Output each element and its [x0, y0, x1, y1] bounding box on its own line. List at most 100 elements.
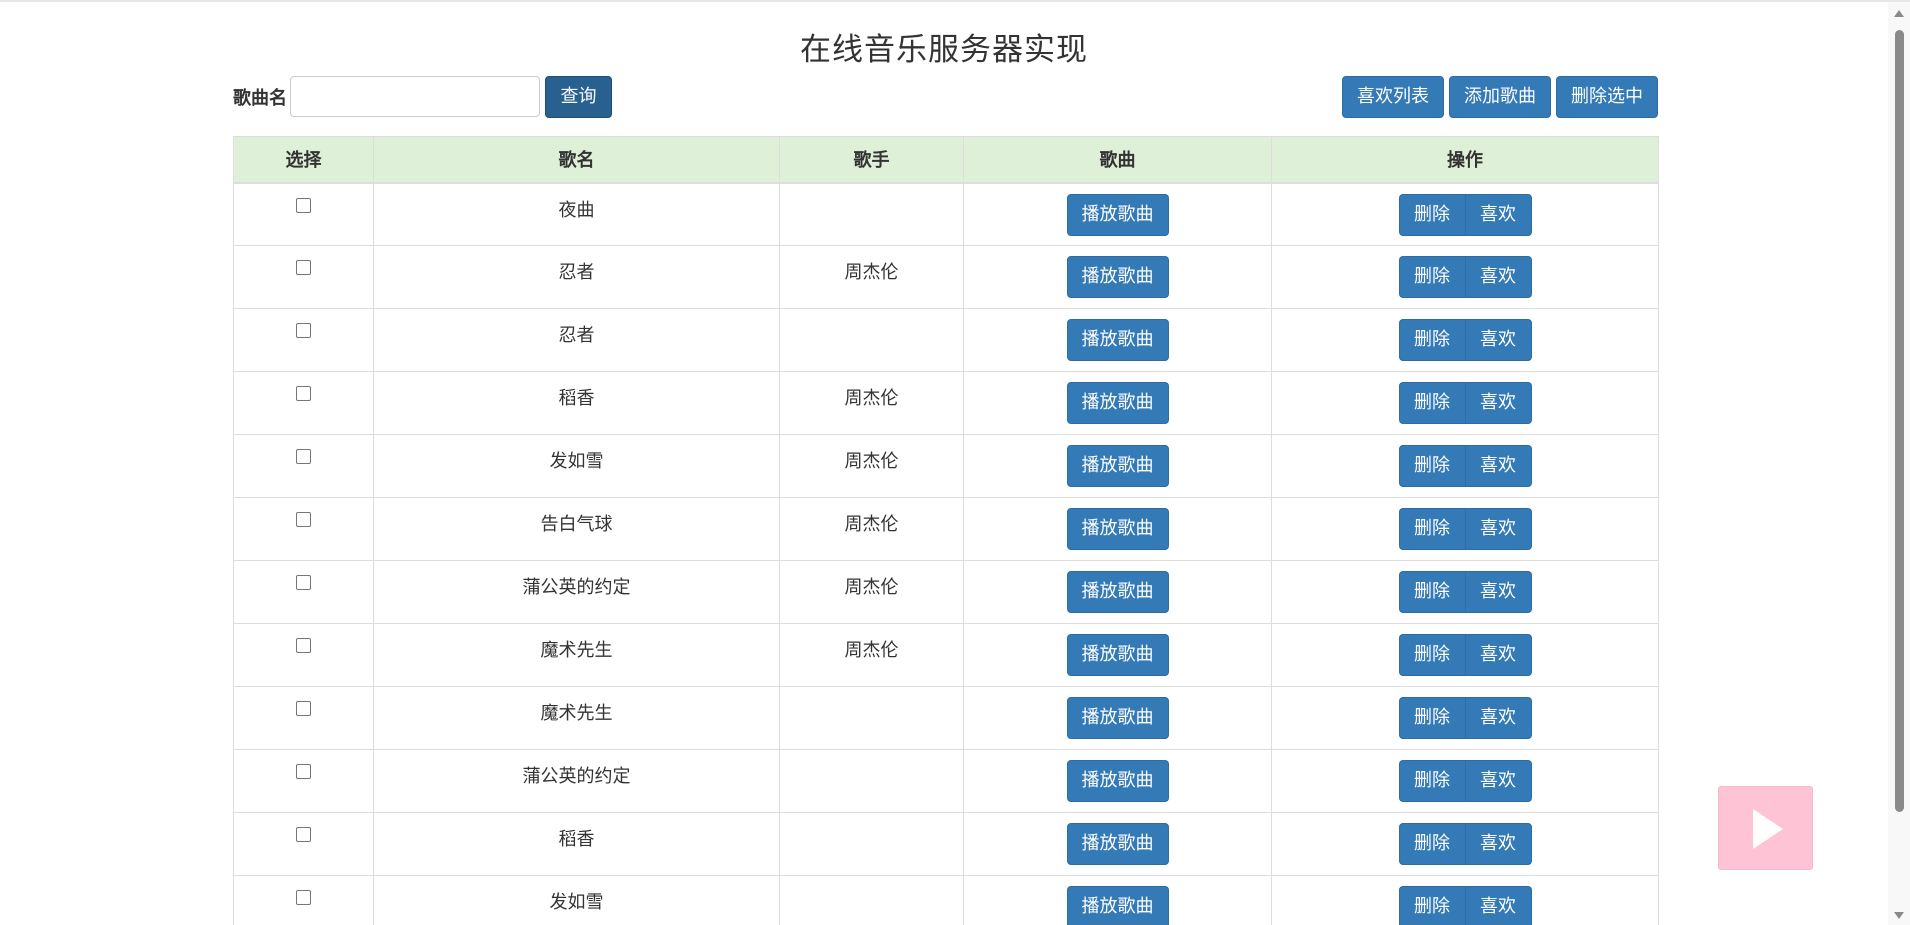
floating-play-button[interactable]: [1718, 786, 1813, 870]
row-checkbox[interactable]: [296, 827, 311, 842]
play-song-button[interactable]: 播放歌曲: [1066, 319, 1169, 361]
song-table-container: 选择 歌名 歌手 歌曲 操作 夜曲 播放歌曲 删除 喜欢 忍者 周杰伦 播放歌曲 删除 喜欢 忍者…: [233, 136, 1659, 925]
vertical-scrollbar[interactable]: [1888, 2, 1910, 925]
song-singer: 周杰伦: [779, 623, 964, 687]
row-checkbox[interactable]: [296, 575, 311, 590]
delete-button[interactable]: 删除: [1398, 823, 1466, 865]
like-button[interactable]: 喜欢: [1464, 697, 1532, 739]
play-cell: 播放歌曲: [963, 749, 1272, 813]
select-cell: [233, 749, 374, 813]
delete-selected-button[interactable]: 删除选中: [1556, 76, 1658, 118]
scroll-up-arrow-icon[interactable]: [1894, 10, 1904, 17]
like-button[interactable]: 喜欢: [1464, 382, 1532, 424]
row-checkbox[interactable]: [296, 449, 311, 464]
scroll-down-arrow-icon[interactable]: [1894, 912, 1904, 919]
actions-cell: 删除 喜欢: [1271, 371, 1659, 435]
play-cell: 播放歌曲: [963, 560, 1272, 624]
song-title: 忍者: [373, 245, 780, 309]
like-button[interactable]: 喜欢: [1464, 823, 1532, 865]
row-checkbox[interactable]: [296, 638, 311, 653]
delete-button[interactable]: 删除: [1398, 634, 1466, 676]
song-singer: 周杰伦: [779, 434, 964, 498]
play-song-button[interactable]: 播放歌曲: [1066, 508, 1169, 550]
song-title: 发如雪: [373, 434, 780, 498]
like-button[interactable]: 喜欢: [1464, 571, 1532, 613]
row-checkbox[interactable]: [296, 386, 311, 401]
song-singer: 周杰伦: [779, 245, 964, 309]
row-checkbox[interactable]: [296, 764, 311, 779]
table-row: 蒲公英的约定 播放歌曲 删除 喜欢: [233, 749, 1659, 813]
select-cell: [233, 875, 374, 925]
like-button[interactable]: 喜欢: [1464, 760, 1532, 802]
page: 在线音乐服务器实现 歌曲名 查询 喜欢列表 添加歌曲 删除选中 选择 歌名 歌手…: [0, 0, 1910, 925]
play-cell: 播放歌曲: [963, 623, 1272, 687]
play-song-button[interactable]: 播放歌曲: [1066, 256, 1169, 298]
select-cell: [233, 434, 374, 498]
delete-button[interactable]: 删除: [1398, 697, 1466, 739]
song-singer: [779, 308, 964, 372]
table-row: 忍者 播放歌曲 删除 喜欢: [233, 308, 1659, 372]
favorites-list-button[interactable]: 喜欢列表: [1342, 76, 1444, 118]
row-checkbox[interactable]: [296, 512, 311, 527]
like-button[interactable]: 喜欢: [1464, 886, 1532, 925]
header-title: 歌名: [373, 136, 780, 184]
add-song-button[interactable]: 添加歌曲: [1449, 76, 1551, 118]
delete-button[interactable]: 删除: [1398, 886, 1466, 925]
delete-button[interactable]: 删除: [1398, 508, 1466, 550]
page-title: 在线音乐服务器实现: [800, 32, 1088, 68]
like-button[interactable]: 喜欢: [1464, 256, 1532, 298]
song-title: 魔术先生: [373, 623, 780, 687]
delete-button[interactable]: 删除: [1398, 382, 1466, 424]
search-input[interactable]: [290, 76, 540, 117]
play-song-button[interactable]: 播放歌曲: [1066, 697, 1169, 739]
like-button[interactable]: 喜欢: [1464, 634, 1532, 676]
play-cell: 播放歌曲: [963, 686, 1272, 750]
select-cell: [233, 623, 374, 687]
song-singer: 周杰伦: [779, 371, 964, 435]
delete-button[interactable]: 删除: [1398, 256, 1466, 298]
like-button[interactable]: 喜欢: [1464, 508, 1532, 550]
delete-button[interactable]: 删除: [1398, 319, 1466, 361]
header-actions: 操作: [1271, 136, 1659, 184]
table-row: 发如雪 播放歌曲 删除 喜欢: [233, 875, 1659, 925]
row-checkbox[interactable]: [296, 890, 311, 905]
play-song-button[interactable]: 播放歌曲: [1066, 445, 1169, 487]
play-song-button[interactable]: 播放歌曲: [1066, 760, 1169, 802]
table-row: 魔术先生 周杰伦 播放歌曲 删除 喜欢: [233, 623, 1659, 687]
row-checkbox[interactable]: [296, 197, 311, 213]
scrollbar-thumb[interactable]: [1895, 30, 1904, 812]
actions-cell: 删除 喜欢: [1271, 497, 1659, 561]
table-row: 稻香 周杰伦 播放歌曲 删除 喜欢: [233, 371, 1659, 435]
delete-button[interactable]: 删除: [1398, 193, 1466, 236]
play-cell: 播放歌曲: [963, 371, 1272, 435]
delete-button[interactable]: 删除: [1398, 445, 1466, 487]
like-button[interactable]: 喜欢: [1464, 445, 1532, 487]
actions-cell: 删除 喜欢: [1271, 686, 1659, 750]
play-song-button[interactable]: 播放歌曲: [1066, 886, 1169, 925]
table-row: 魔术先生 播放歌曲 删除 喜欢: [233, 686, 1659, 750]
like-button[interactable]: 喜欢: [1464, 193, 1532, 236]
play-cell: 播放歌曲: [963, 245, 1272, 309]
delete-button[interactable]: 删除: [1398, 760, 1466, 802]
row-checkbox[interactable]: [296, 323, 311, 338]
play-song-button[interactable]: 播放歌曲: [1066, 634, 1169, 676]
play-song-button[interactable]: 播放歌曲: [1066, 382, 1169, 424]
table-row: 发如雪 周杰伦 播放歌曲 删除 喜欢: [233, 434, 1659, 498]
select-cell: [233, 308, 374, 372]
delete-button[interactable]: 删除: [1398, 571, 1466, 613]
select-cell: [233, 812, 374, 876]
song-singer: 周杰伦: [779, 560, 964, 624]
play-song-button[interactable]: 播放歌曲: [1066, 823, 1169, 865]
play-song-button[interactable]: 播放歌曲: [1066, 193, 1169, 236]
play-icon: [1753, 809, 1783, 849]
song-title: 告白气球: [373, 497, 780, 561]
header-select: 选择: [233, 136, 374, 184]
song-singer: [779, 686, 964, 750]
select-cell: [233, 686, 374, 750]
row-checkbox[interactable]: [296, 701, 311, 716]
row-checkbox[interactable]: [296, 260, 311, 275]
like-button[interactable]: 喜欢: [1464, 319, 1532, 361]
play-song-button[interactable]: 播放歌曲: [1066, 571, 1169, 613]
select-cell: [233, 371, 374, 435]
query-button[interactable]: 查询: [545, 76, 612, 118]
